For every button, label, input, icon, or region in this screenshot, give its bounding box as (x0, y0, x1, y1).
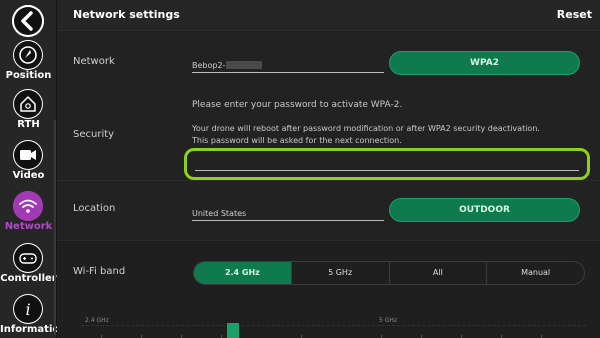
channel-graph: 2.4 GHz 5 GHz (57, 313, 600, 338)
sidebar-scrollbar[interactable] (54, 120, 56, 335)
wifi-band-section: Wi-Fi band 2.4 GHz 5 GHz All Manual 2.4 … (57, 240, 600, 338)
compass-icon (13, 40, 43, 70)
sidebar-item-label: Network (4, 221, 53, 232)
header-bar: Network settings Reset (57, 0, 600, 30)
sidebar: Position RTH Video Network Controller i … (0, 0, 67, 338)
location-label: Location (73, 203, 116, 214)
home-icon (13, 89, 43, 119)
page-title: Network settings (73, 8, 180, 21)
graph-label-2-4ghz: 2.4 GHz (85, 317, 109, 324)
wpa2-button[interactable]: WPA2 (389, 51, 580, 75)
wifi-band-selector: 2.4 GHz 5 GHz All Manual (193, 261, 585, 285)
reset-button[interactable]: Reset (557, 8, 592, 21)
password-highlight (184, 148, 590, 180)
back-button[interactable] (12, 5, 44, 37)
network-name-value: Bebop2- (192, 61, 263, 70)
graph-axis (81, 325, 586, 338)
sidebar-item-label: Position (5, 70, 52, 81)
sidebar-item-label: Video (12, 170, 45, 181)
outdoor-button[interactable]: OUTDOOR (389, 198, 580, 222)
wifi-icon (13, 191, 43, 221)
band-option-manual[interactable]: Manual (487, 262, 584, 284)
band-option-5ghz[interactable]: 5 GHz (292, 262, 390, 284)
security-info-line1: Your drone will reboot after password mo… (192, 124, 540, 133)
country-field[interactable]: United States (192, 207, 384, 221)
chevron-left-icon (12, 5, 44, 37)
video-camera-icon (13, 140, 43, 170)
svg-text:i: i (25, 300, 30, 319)
wifi-band-label: Wi-Fi band (73, 266, 126, 277)
sidebar-item-label: Controller (0, 273, 57, 284)
network-name-field[interactable]: Bebop2- (192, 59, 384, 73)
info-icon: i (13, 294, 43, 324)
password-input[interactable] (195, 155, 579, 171)
sidebar-item-video[interactable]: Video (0, 140, 57, 190)
security-label: Security (73, 129, 115, 140)
network-label: Network (73, 56, 115, 67)
sidebar-item-controller[interactable]: Controller (0, 243, 57, 293)
security-prompt: Please enter your password to activate W… (192, 100, 403, 110)
security-info-line2: This password will be asked for the next… (192, 136, 402, 145)
sidebar-item-information[interactable]: i Information (0, 294, 67, 338)
sidebar-item-position[interactable]: Position (0, 40, 57, 90)
graph-label-5ghz: 5 GHz (379, 317, 398, 324)
band-option-2-4ghz[interactable]: 2.4 GHz (194, 262, 292, 284)
sidebar-item-network[interactable]: Network (0, 191, 57, 241)
redacted-suffix (226, 61, 263, 69)
active-channel-bar (227, 323, 239, 338)
gamepad-icon (13, 243, 43, 273)
sidebar-item-label: RTH (17, 119, 40, 130)
location-section: Location United States OUTDOOR (57, 180, 600, 240)
network-section: Network Bebop2- WPA2 Please enter your p… (57, 30, 600, 180)
band-option-all[interactable]: All (390, 262, 488, 284)
sidebar-item-label: Information (0, 324, 67, 335)
country-value: United States (192, 209, 247, 218)
sidebar-item-rth[interactable]: RTH (0, 89, 57, 139)
